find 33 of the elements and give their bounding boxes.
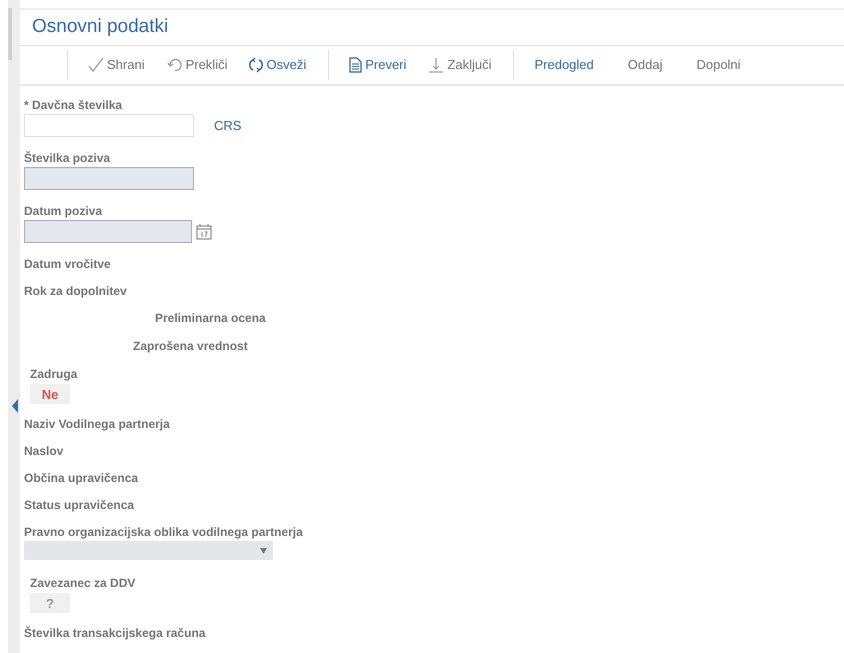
field-label: Pravno organizacijska oblika vodilnega partnerja: [24, 525, 303, 539]
field-label: * Davčna številka: [24, 98, 122, 112]
dropdown-caret-icon: [260, 548, 267, 554]
date-field[interactable]: [24, 220, 192, 243]
toggle-value[interactable]: Ne: [30, 384, 70, 404]
field-label: Številka poziva: [24, 151, 110, 165]
field-label: Zavezanec za DDV: [30, 576, 136, 590]
field-label: Naziv Vodilnega partnerja: [24, 417, 170, 431]
toolbar-button[interactable]: Osveži: [249, 54, 306, 75]
field-label: Datum vročitve: [24, 257, 111, 271]
undo-icon: [166, 56, 183, 73]
input-field[interactable]: [24, 167, 194, 190]
toggle-value[interactable]: ?: [30, 593, 70, 613]
select-field[interactable]: [24, 541, 273, 560]
field-label: Preliminarna ocena: [155, 311, 266, 325]
crs-link[interactable]: CRS: [214, 118, 242, 133]
refresh-icon: [249, 56, 264, 73]
calendar-icon[interactable]: [196, 223, 212, 240]
field-label: Občina upravičenca: [24, 471, 138, 485]
page-title: Osnovni podatki: [32, 16, 168, 38]
field-label: Zadruga: [30, 367, 78, 381]
field-label: Številka transakcijskega računa: [24, 626, 206, 640]
toolbar-button[interactable]: Preveri: [349, 54, 406, 75]
collapse-arrow-icon[interactable]: [12, 399, 18, 413]
field-label: Zaprošena vrednost: [133, 339, 248, 353]
check-icon: [88, 56, 104, 73]
field-label: Naslov: [24, 444, 64, 458]
download-arrow-icon: [428, 56, 444, 73]
document-icon: [349, 56, 362, 73]
field-label: Datum poziva: [24, 204, 102, 218]
field-label: Status upravičenca: [24, 498, 134, 512]
field-label: Rok za dopolnitev: [24, 284, 127, 298]
toolbar-button[interactable]: Predogled: [534, 55, 594, 74]
